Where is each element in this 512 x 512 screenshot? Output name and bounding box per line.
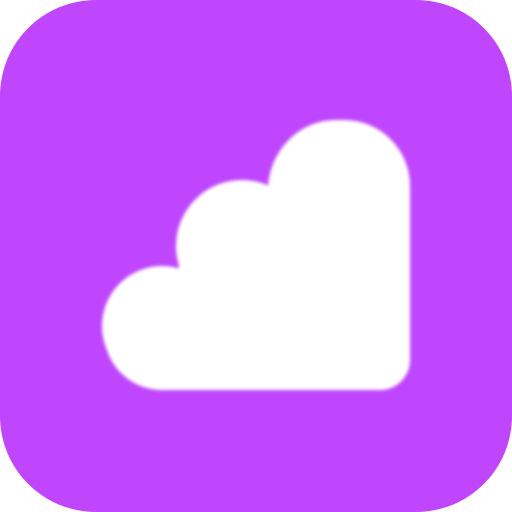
app-icon[interactable]	[0, 0, 512, 512]
app-icon-graphic	[0, 0, 512, 512]
